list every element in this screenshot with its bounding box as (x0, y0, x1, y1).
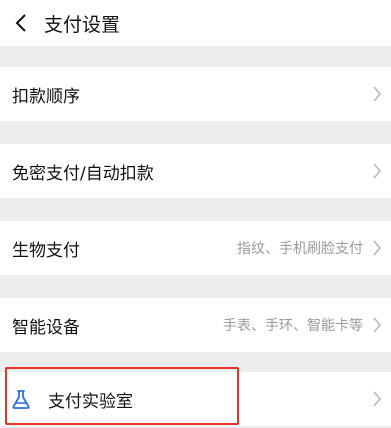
menu-item-smart-devices[interactable]: 智能设备 手表、手环、智能卡等 (0, 298, 391, 352)
chevron-right-icon (373, 317, 382, 333)
chevron-right-icon (373, 86, 382, 102)
menu-item-label: 生物支付 (12, 240, 80, 261)
chevron-right-icon (373, 240, 382, 256)
menu-item-deduction-order[interactable]: 扣款顺序 (0, 67, 391, 121)
menu-item-label: 支付实验室 (48, 391, 133, 412)
menu-item-payment-lab[interactable]: 支付实验室 (0, 372, 391, 426)
menu-item-hint: 指纹、手机刷脸支付 (237, 241, 363, 257)
menu-item-label: 智能设备 (12, 317, 80, 338)
back-button[interactable] (0, 0, 42, 46)
page-title: 支付设置 (44, 13, 121, 36)
chevron-right-icon (373, 163, 382, 179)
header-bar: 支付设置 (0, 0, 391, 46)
chevron-left-icon (15, 14, 26, 32)
menu-item-label: 扣款顺序 (12, 86, 80, 107)
menu-item-passwordless[interactable]: 免密支付/自动扣款 (0, 144, 391, 198)
flask-icon (12, 390, 30, 409)
menu-item-label: 免密支付/自动扣款 (12, 163, 154, 184)
menu-item-biometric[interactable]: 生物支付 指纹、手机刷脸支付 (0, 221, 391, 275)
chevron-right-icon (373, 391, 382, 407)
menu-item-hint: 手表、手环、智能卡等 (223, 318, 363, 334)
